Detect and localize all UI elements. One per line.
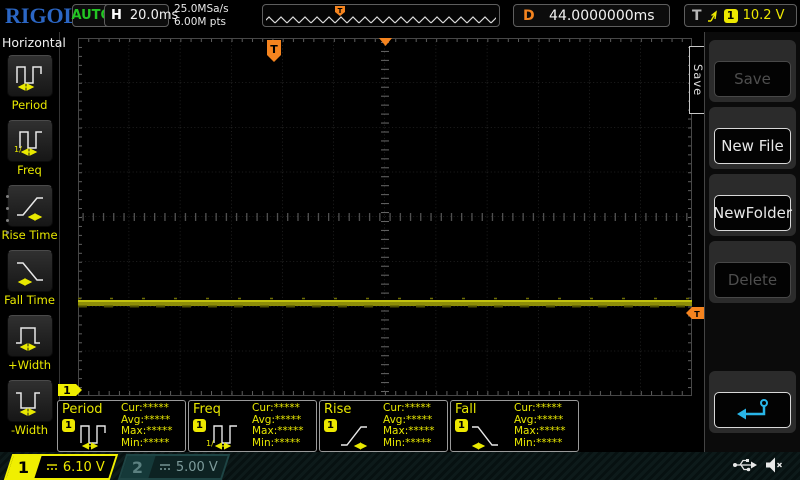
acquisition-info: 25.0MSa/s 6.00M pts (174, 3, 229, 29)
bottom-channel-bar: 1 6.10 V 2 5.00 V (0, 452, 800, 480)
channel1-number: 1 (18, 458, 29, 477)
svg-text:T: T (694, 310, 700, 319)
svg-text:T: T (270, 43, 278, 56)
delay-value: 44.0000000ms (549, 8, 655, 24)
channel1-scale: 6.10 V (63, 460, 105, 475)
preview-trigger-marker: T (335, 6, 345, 16)
timebase-value: 20.0ms (130, 8, 178, 23)
channel2-number: 2 (132, 458, 143, 477)
usb-icon (732, 456, 758, 474)
svg-text:1/: 1/ (14, 145, 22, 154)
back-button[interactable] (714, 392, 791, 428)
positive-width-icon (13, 321, 47, 351)
rise-time-icon (335, 418, 379, 449)
measurement-panel-rise: Rise 1 Cur:***** Avg:***** Max:***** Min… (319, 400, 448, 452)
menu-slot: New File (709, 107, 796, 169)
svg-text:1/: 1/ (206, 439, 214, 448)
freq-icon: 1/ (204, 418, 248, 449)
delay-box: D 44.0000000ms (513, 4, 670, 27)
channel2-scale: 5.00 V (176, 460, 218, 475)
save-button[interactable]: Save (714, 61, 791, 97)
center-horizontal-ticks (78, 213, 692, 221)
memory-depth: 6.00M pts (174, 16, 229, 29)
sidebar-item-fall-time[interactable]: Fall Time (1, 250, 59, 307)
trigger-channel-badge: 1 (724, 9, 738, 23)
sidebar-item-period[interactable]: Period (1, 55, 59, 112)
sidebar-item-rise-time[interactable]: Rise Time (1, 185, 59, 242)
period-icon (13, 61, 47, 91)
speaker-muted-icon (766, 456, 784, 474)
menu-slot: Delete (709, 241, 796, 303)
preview-wave (266, 15, 496, 24)
fall-time-icon (13, 256, 47, 286)
menu-slot (709, 371, 796, 433)
rigol-logo: RIGOL (5, 3, 78, 29)
measure-sidebar: Horizontal Period 1/ (0, 32, 60, 452)
timebase-h-label: H (111, 8, 122, 23)
delay-d-label: D (523, 8, 535, 24)
sidebar-item-pwidth[interactable]: +Width (1, 315, 59, 372)
save-menu-tab: Save (689, 46, 705, 114)
freq-icon: 1/ (13, 126, 47, 156)
svg-text:1: 1 (63, 384, 71, 397)
waveform-preview: T (262, 4, 500, 27)
period-icon (73, 418, 117, 449)
sidebar-item-nwidth[interactable]: -Width (1, 380, 59, 437)
trigger-t-label: T (692, 8, 702, 24)
fall-time-icon (466, 418, 510, 449)
horizontal-timebase-box: H 20.0ms (104, 4, 169, 27)
trigger-box: T 1 10.2 V (684, 4, 797, 27)
svg-text:T: T (338, 7, 343, 15)
menu-slot: NewFolder (709, 174, 796, 236)
sidebar-item-freq[interactable]: 1/ Freq (1, 120, 59, 177)
measurement-panel-freq: Freq 1 1/ Cur:***** Avg:***** Max:***** … (188, 400, 317, 452)
top-status-bar: RIGOL AUTO H 20.0ms 25.0MSa/s 6.00M pts … (0, 0, 800, 32)
negative-width-icon (13, 386, 47, 416)
measurement-panel-period: Period 1 Cur:***** Avg:***** Max:***** M… (57, 400, 186, 452)
new-folder-button[interactable]: NewFolder (714, 195, 791, 231)
measurement-panel-fall: Fall 1 Cur:***** Avg:***** Max:***** Min… (450, 400, 579, 452)
channel1-chip[interactable]: 1 6.10 V (4, 454, 118, 480)
return-arrow-icon (734, 398, 772, 422)
trigger-level-value: 10.2 V (743, 8, 785, 23)
rise-time-icon (13, 191, 47, 221)
delete-button[interactable]: Delete (714, 262, 791, 298)
measurement-row: Period 1 Cur:***** Avg:***** Max:***** M… (57, 400, 579, 452)
sidebar-title: Horizontal (0, 32, 59, 50)
menu-slot: Save (709, 40, 796, 102)
new-file-button[interactable]: New File (714, 128, 791, 164)
oscilloscope-screen: RIGOL AUTO H 20.0ms 25.0MSa/s 6.00M pts … (0, 0, 800, 480)
sample-rate: 25.0MSa/s (174, 3, 229, 16)
sidebar-scroll-dots (6, 195, 9, 243)
channel2-chip[interactable]: 2 5.00 V (118, 454, 230, 480)
trigger-slope-icon (707, 8, 719, 23)
save-menu: Save New File NewFolder Delete (704, 32, 800, 453)
coupling-icon (46, 462, 58, 472)
coupling-icon (159, 462, 171, 472)
graticule: T T 1 (78, 38, 692, 396)
